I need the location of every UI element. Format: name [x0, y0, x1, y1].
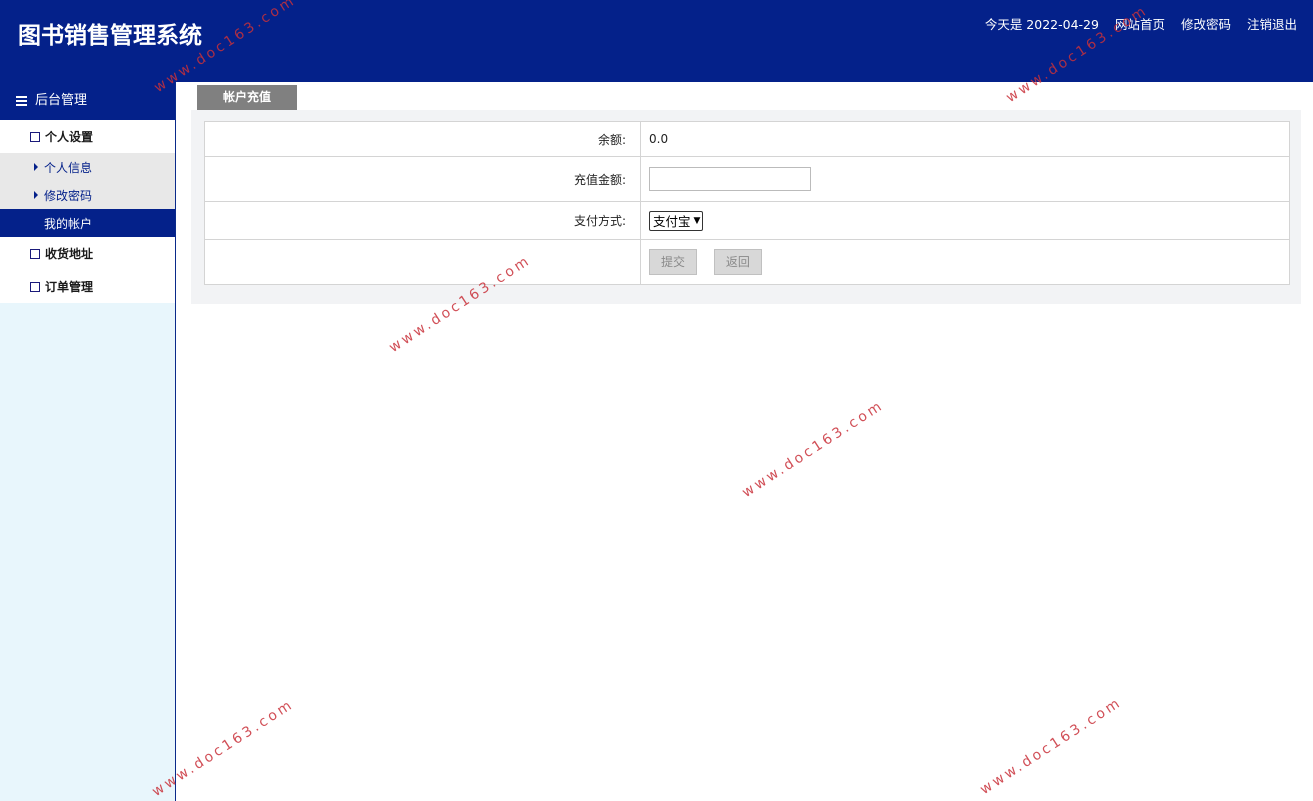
sidebar-group-label: 收货地址 [45, 247, 94, 261]
sidebar: 后台管理 个人设置 个人信息 修改密码 我的帐户 收货地址 订单管理 [0, 82, 176, 801]
balance-label: 余额: [204, 121, 641, 157]
sidebar-title-label: 后台管理 [35, 93, 88, 108]
sidebar-item-personal-info[interactable]: 个人信息 [0, 153, 175, 181]
sidebar-item-my-account[interactable]: 我的帐户 [0, 209, 175, 237]
payment-label: 支付方式: [204, 201, 641, 240]
form-row-amount: 充值金额: [204, 156, 1290, 202]
sidebar-group-label: 个人设置 [45, 130, 94, 144]
sidebar-item-label: 个人信息 [44, 160, 93, 175]
caret-right-icon [34, 191, 38, 199]
amount-input[interactable] [649, 167, 811, 191]
form-row-balance: 余额: 0.0 [204, 121, 1290, 157]
link-change-password[interactable]: 修改密码 [1181, 14, 1231, 33]
sidebar-item-label: 我的帐户 [44, 216, 93, 231]
recharge-form: 余额: 0.0 充值金额: 支付方式: 支付宝 ▼ 提交 返回 [204, 121, 1290, 285]
sidebar-group-order-management[interactable]: 订单管理 [0, 270, 175, 303]
watermark: www.doc163.com [739, 397, 888, 501]
square-icon [30, 131, 40, 142]
watermark: www.doc163.com [977, 694, 1126, 798]
back-button[interactable]: 返回 [713, 249, 762, 275]
balance-value: 0.0 [640, 121, 1290, 157]
list-icon [16, 96, 27, 106]
form-row-payment: 支付方式: 支付宝 ▼ [204, 201, 1290, 240]
tab-account-recharge[interactable]: 帐户充值 [197, 85, 297, 110]
sidebar-group-label: 订单管理 [45, 280, 94, 294]
form-panel: 余额: 0.0 充值金额: 支付方式: 支付宝 ▼ 提交 返回 [191, 110, 1301, 304]
submit-button[interactable]: 提交 [649, 249, 698, 275]
payment-method-select[interactable]: 支付宝 ▼ [649, 210, 704, 231]
sidebar-item-change-password[interactable]: 修改密码 [0, 181, 175, 209]
app-title: 图书销售管理系统 [18, 23, 202, 49]
caret-right-icon [34, 163, 38, 171]
square-icon [30, 281, 40, 292]
square-icon [30, 248, 40, 259]
sidebar-title: 后台管理 [0, 82, 175, 120]
amount-label: 充值金额: [204, 156, 641, 202]
chevron-down-icon: ▼ [693, 215, 701, 226]
payment-method-selected: 支付宝 [653, 214, 691, 229]
form-row-actions: 提交 返回 [204, 239, 1290, 285]
sidebar-item-label: 修改密码 [44, 188, 93, 203]
sidebar-group-shipping-address[interactable]: 收货地址 [0, 237, 175, 270]
link-logout[interactable]: 注销退出 [1247, 14, 1297, 33]
sidebar-group-personal-settings[interactable]: 个人设置 [0, 120, 175, 153]
date-text: 今天是 2022-04-29 [984, 17, 1099, 32]
